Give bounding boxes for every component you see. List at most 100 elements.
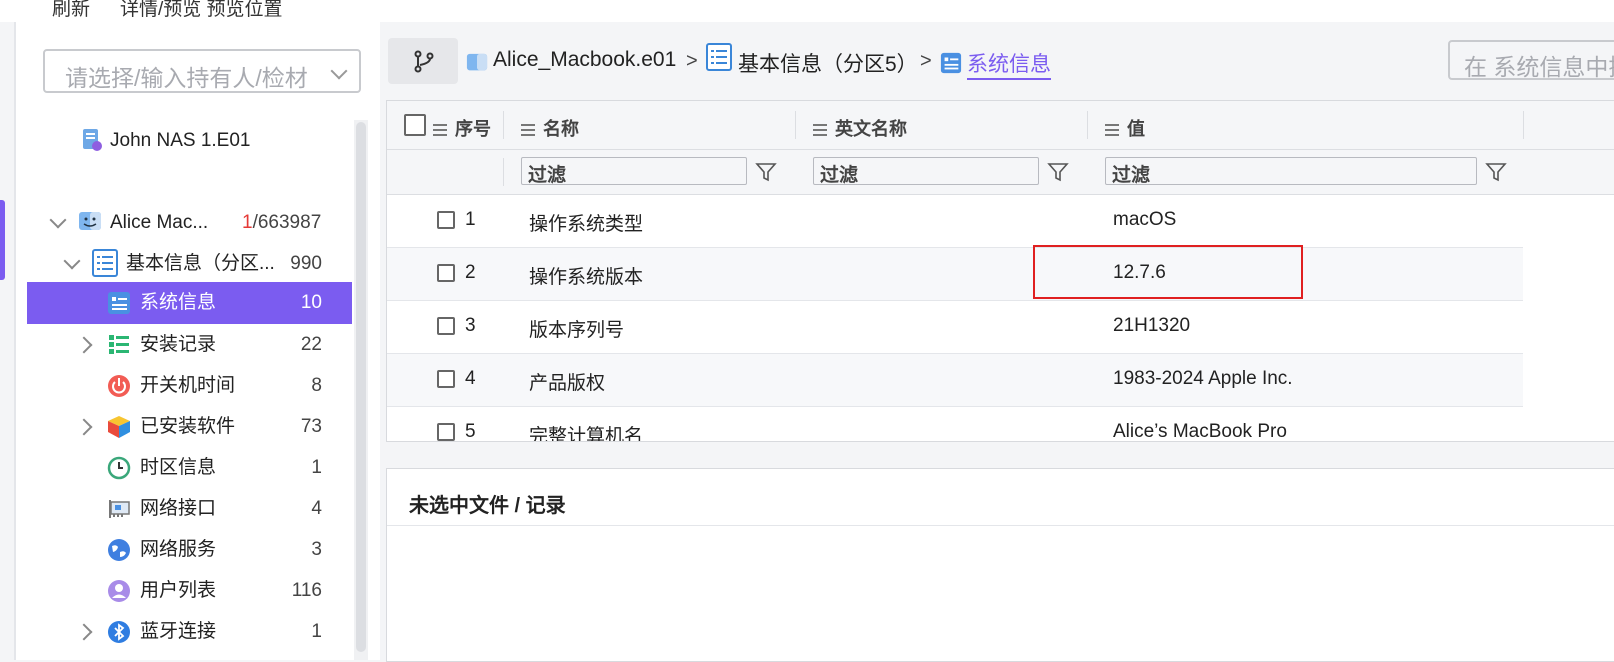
filter-placeholder: 过滤 xyxy=(1112,165,1151,185)
chevron-down-icon[interactable] xyxy=(63,252,81,270)
breadcrumb-item[interactable]: 基本信息（分区5） xyxy=(738,48,918,78)
tree-item-label: 网络服务 xyxy=(140,539,217,560)
network-card-icon xyxy=(109,500,130,518)
tree-item-installed-software[interactable]: 已安装软件 73 xyxy=(16,406,352,448)
chevron-right-icon[interactable] xyxy=(75,418,93,436)
filter-input-name[interactable]: 过滤 xyxy=(521,157,747,185)
cell-value: 21H1320 xyxy=(1113,315,1191,336)
tree-item-count: 4 xyxy=(311,498,322,519)
tree-item-count: 22 xyxy=(300,334,322,355)
tree-item-count: 1/663987 xyxy=(242,202,321,244)
system-info-icon xyxy=(940,52,962,74)
details-title: 未选中文件 / 记录 xyxy=(409,495,566,517)
cell-value: Alice’s MacBook Pro xyxy=(1113,421,1287,442)
tree-item-count: 8 xyxy=(311,375,322,396)
table-row[interactable]: 1 操作系统类型 macOS xyxy=(387,195,1523,248)
row-checkbox[interactable] xyxy=(437,211,455,229)
tree-item-count: 10 xyxy=(300,292,322,313)
row-checkbox[interactable] xyxy=(437,370,455,388)
column-menu-icon xyxy=(521,124,535,137)
filter-input-value[interactable]: 过滤 xyxy=(1105,157,1477,185)
column-header-name[interactable]: 名称 xyxy=(521,115,579,141)
chevron-down-icon[interactable] xyxy=(49,211,67,229)
data-grid: 序号 名称 英文名称 值 过滤 过滤 过滤 1 操作系统类型 macOS 2 操… xyxy=(386,100,1614,442)
column-divider xyxy=(795,111,796,139)
column-header-en-name[interactable]: 英文名称 xyxy=(813,115,907,141)
tree-item-alice-mac[interactable]: Alice Mac... 1/663987 xyxy=(16,202,352,244)
list-doc-icon xyxy=(706,43,732,71)
tree-item-power-times[interactable]: 开关机时间 8 xyxy=(16,365,352,407)
clock-icon xyxy=(107,456,131,480)
cell-name: 操作系统版本 xyxy=(529,267,644,288)
filter-funnel-icon[interactable] xyxy=(755,161,777,183)
filter-funnel-icon[interactable] xyxy=(1047,161,1069,183)
select-all-checkbox[interactable] xyxy=(404,114,426,136)
tree-item-label: 时区信息 xyxy=(140,457,217,478)
install-records-icon xyxy=(109,335,129,354)
table-row[interactable]: 5 完整计算机名 Alice’s MacBook Pro xyxy=(387,407,1523,442)
search-placeholder: 在 系统信息中搜索 xyxy=(1464,54,1614,80)
column-menu-icon xyxy=(433,124,447,137)
cell-name: 产品版权 xyxy=(529,373,606,394)
cell-index: 5 xyxy=(465,421,476,442)
breadcrumb-current[interactable]: 系统信息 xyxy=(967,48,1051,80)
disk-image-icon xyxy=(83,129,102,151)
table-row[interactable]: 4 产品版权 1983-2024 Apple Inc. xyxy=(387,354,1523,407)
chevron-down-icon[interactable] xyxy=(330,62,348,80)
tree-item-system-info[interactable]: 系统信息 10 xyxy=(27,282,352,324)
table-row[interactable]: 3 版本序列号 21H1320 xyxy=(387,301,1523,354)
column-header-value[interactable]: 值 xyxy=(1105,115,1145,141)
cell-name: 版本序列号 xyxy=(529,320,625,341)
search-input[interactable]: 在 系统信息中搜索 xyxy=(1448,40,1614,80)
column-divider xyxy=(1523,111,1524,139)
chevron-right-icon[interactable] xyxy=(75,336,93,354)
tree-item-network-services[interactable]: 网络服务 3 xyxy=(16,529,352,571)
cell-value: macOS xyxy=(1113,209,1177,230)
owner-select[interactable]: 请选择/输入持有人/检材 xyxy=(43,49,361,93)
sidebar-scrollbar-thumb[interactable] xyxy=(356,122,366,652)
tree-item-partition[interactable]: 基本信息（分区... 990 xyxy=(16,243,352,285)
sidebar: 请选择/输入持有人/检材 John NAS 1.E01 Alice Mac...… xyxy=(16,22,380,660)
breadcrumb: Alice_Macbook.e01 > 基本信息（分区5） > 系统信息 在 系… xyxy=(386,30,1614,88)
tree-item-bluetooth[interactable]: 蓝牙连接 1 xyxy=(16,611,352,653)
tree-item-network-interfaces[interactable]: 网络接口 4 xyxy=(16,488,352,530)
cell-name: 操作系统类型 xyxy=(529,214,644,235)
count-total: /663987 xyxy=(252,212,322,233)
details-panel: 未选中文件 / 记录 xyxy=(386,468,1614,662)
tree-item-user-list[interactable]: 用户列表 116 xyxy=(16,570,352,612)
column-header-index[interactable]: 序号 xyxy=(433,115,491,141)
row-checkbox[interactable] xyxy=(437,264,455,282)
column-header-label: 英文名称 xyxy=(835,119,907,139)
left-rail-indicator xyxy=(0,200,5,280)
globe-icon xyxy=(108,539,130,561)
breadcrumb-item[interactable]: Alice_Macbook.e01 xyxy=(493,48,676,72)
detail-preview-button[interactable]: 详情/预览 预览位置 xyxy=(120,0,283,21)
tree-item-install-records[interactable]: 安装记录 22 xyxy=(16,324,352,366)
column-divider xyxy=(1087,111,1088,139)
row-checkbox[interactable] xyxy=(437,423,455,441)
table-row[interactable]: 2 操作系统版本 12.7.6 xyxy=(387,248,1523,301)
tree-item-label: Alice Mac... xyxy=(110,212,209,233)
mac-finder-icon xyxy=(79,212,101,230)
filter-input-en-name[interactable]: 过滤 xyxy=(813,157,1039,185)
tree-item-label: 开关机时间 xyxy=(140,375,236,396)
cell-index: 2 xyxy=(465,262,476,283)
cell-index: 3 xyxy=(465,315,476,336)
user-icon xyxy=(108,580,130,602)
tree-item-timezone[interactable]: 时区信息 1 xyxy=(16,447,352,489)
tree-item-john-nas[interactable]: John NAS 1.E01 xyxy=(16,120,352,162)
grid-header: 序号 名称 英文名称 值 xyxy=(387,101,1614,150)
main-panel: Alice_Macbook.e01 > 基本信息（分区5） > 系统信息 在 系… xyxy=(386,30,1614,662)
branch-button[interactable] xyxy=(388,38,458,84)
filter-funnel-icon[interactable] xyxy=(1485,161,1507,183)
tree-item-count: 73 xyxy=(300,416,322,437)
cell-value: 1983-2024 Apple Inc. xyxy=(1113,368,1293,389)
selected-cell-highlight xyxy=(1033,245,1303,299)
row-checkbox[interactable] xyxy=(437,317,455,335)
chevron-right-icon[interactable] xyxy=(75,623,93,641)
tree-item-label: 网络接口 xyxy=(140,498,217,519)
filter-placeholder: 过滤 xyxy=(820,165,859,185)
refresh-button[interactable]: 刷新 xyxy=(52,0,90,21)
tree-item-label: 已安装软件 xyxy=(140,416,236,437)
breadcrumb-separator: > xyxy=(686,50,698,72)
